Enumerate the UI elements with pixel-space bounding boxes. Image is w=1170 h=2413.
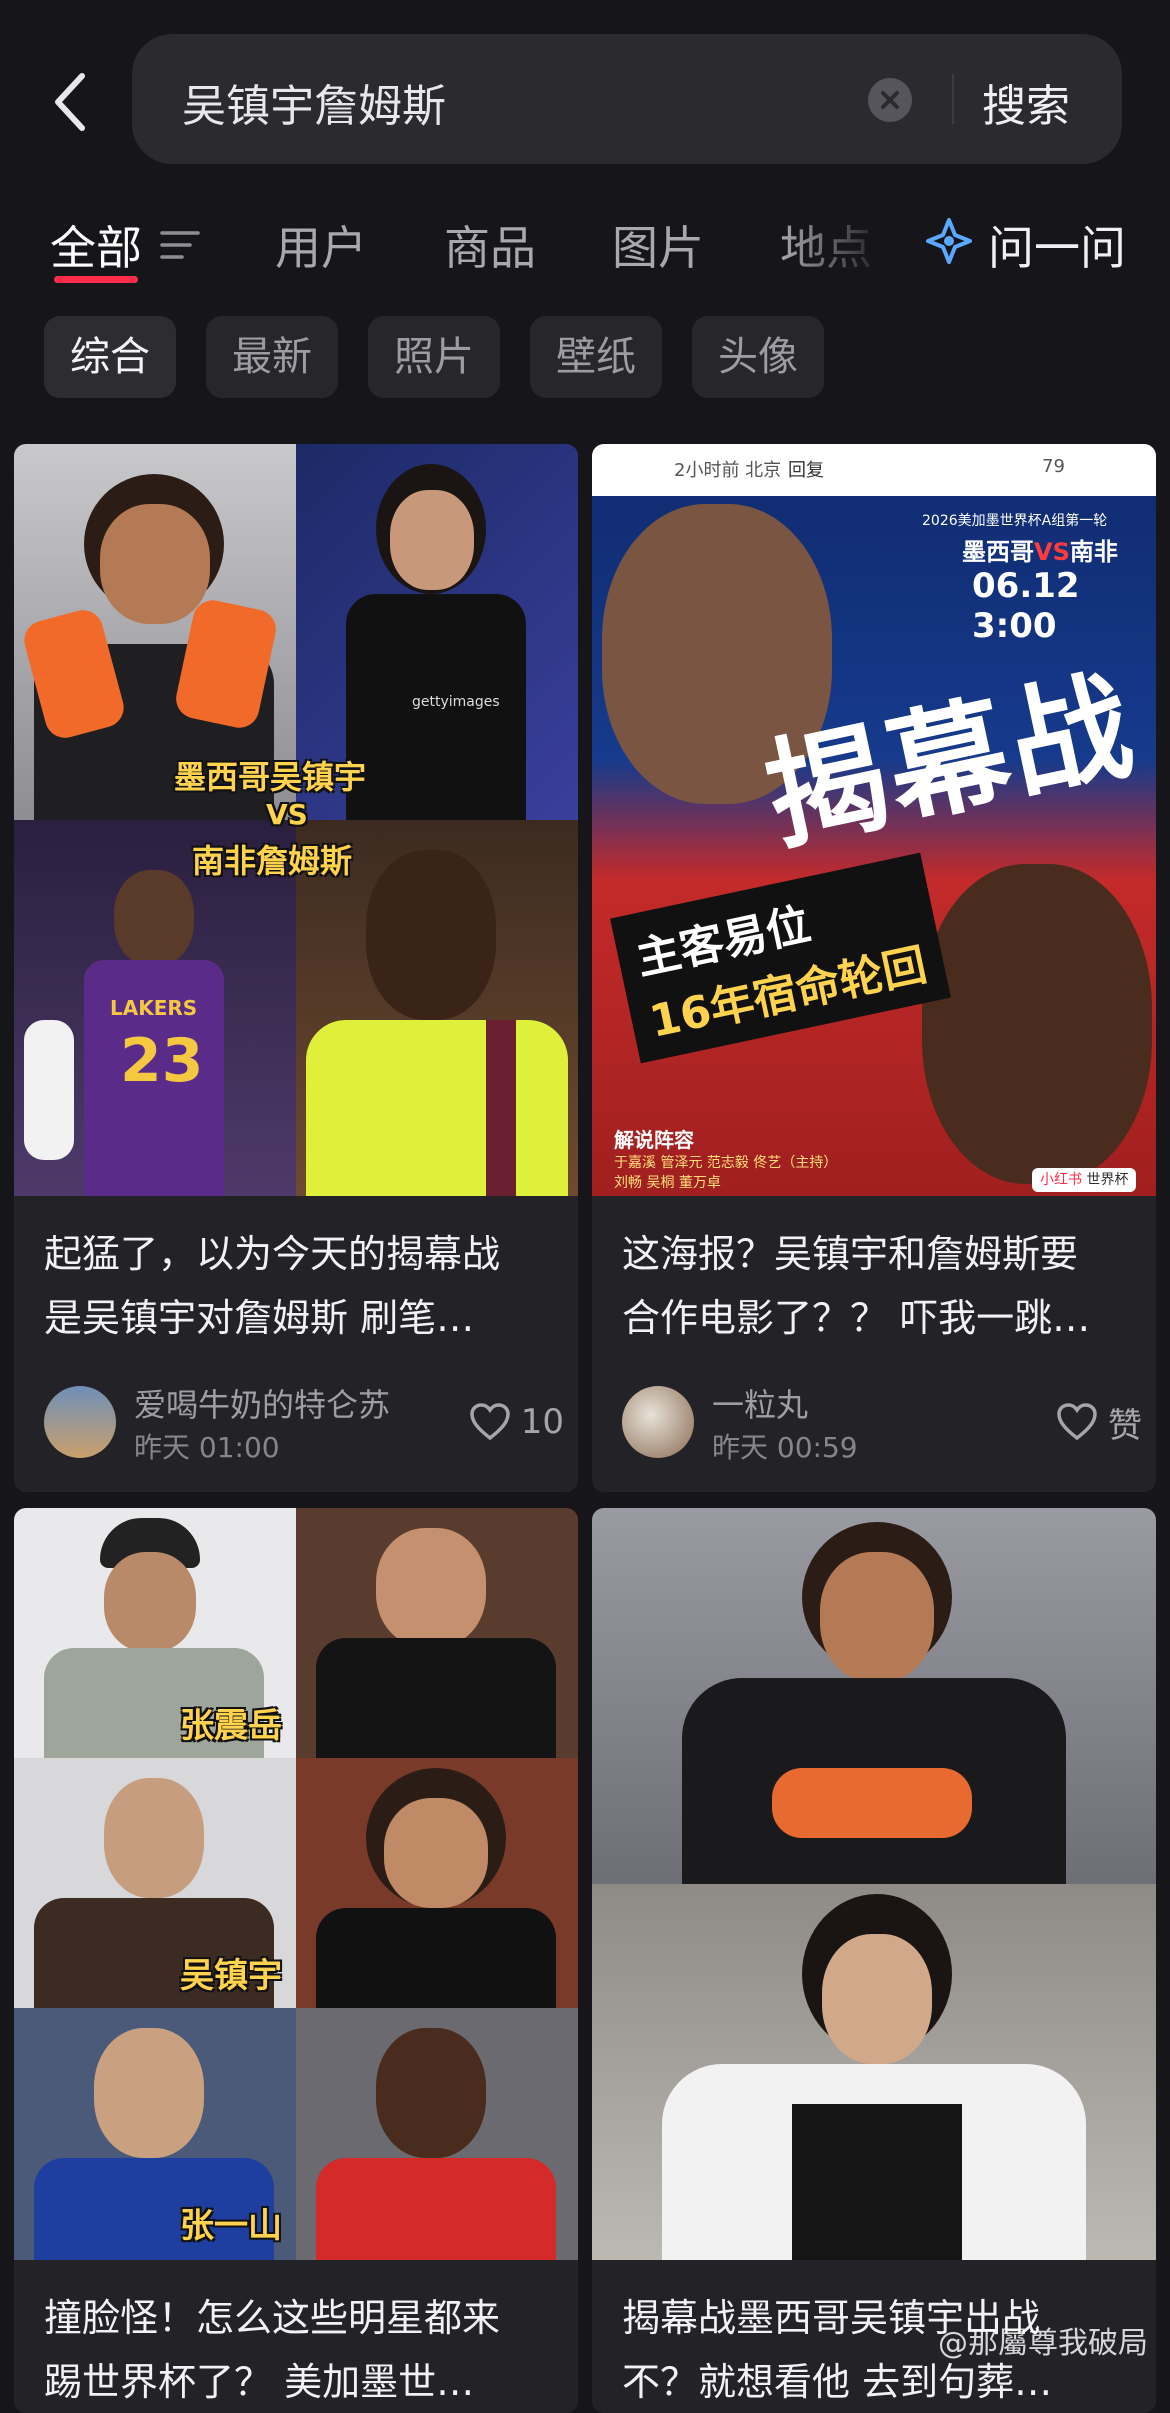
image-caption: 南非詹姆斯 <box>192 842 353 880</box>
poster-tag: 小红书 世界杯 <box>1032 1168 1137 1192</box>
tab-products[interactable]: 商品 <box>444 212 536 278</box>
avatar <box>44 1386 116 1458</box>
chip-wallpaper[interactable]: 壁纸 <box>530 316 662 398</box>
note-card[interactable]: 揭幕战墨西哥吴镇宇出战 不？就想看他 去到句葬… <box>592 1508 1156 2413</box>
ask-button[interactable]: 问一问 <box>988 212 1126 278</box>
ai-star-icon[interactable] <box>922 214 976 268</box>
search-button[interactable]: 搜索 <box>982 70 1070 134</box>
clear-search-button[interactable] <box>868 78 912 122</box>
image-caption: 张震岳 <box>180 1706 282 1746</box>
note-title: 撞脸怪！怎么这些明星都来 踢世界杯了？ 美加墨世… <box>44 2296 501 2404</box>
tab-fade-overlay <box>780 200 900 290</box>
jersey-number-text: 23 <box>120 1026 204 1096</box>
note-title: 起猛了，以为今天的揭幕战 是吴镇宇对詹姆斯 刷笔… <box>44 1232 501 1340</box>
poster-meta: 2小时前 北京 <box>674 460 782 481</box>
image-caption: 墨西哥吴镇宇 <box>174 758 367 796</box>
photo-goalkeeper <box>592 1508 1156 1884</box>
chip-avatar[interactable]: 头像 <box>692 316 824 398</box>
post-time: 昨天 00:59 <box>712 1431 858 1464</box>
search-divider <box>952 74 954 124</box>
note-card[interactable]: 张震岳 吴镇宇 张一山 撞脸怪！怎么这些明星都来 踢世界杯了？ 美加墨世… <box>14 1508 578 2413</box>
chevron-left-icon <box>55 73 85 131</box>
poster-reply: 回复 <box>788 460 824 481</box>
category-tabs: 全部 用户 商品 图片 地点 问一问 <box>0 200 1170 300</box>
like-count: 10 <box>520 1402 564 1442</box>
poster-heart-count: 79 <box>1042 456 1065 477</box>
poster-match-title: 2026美加墨世界杯A组第一轮 <box>922 513 1108 529</box>
note-image: gettyimages LAKERS 23 墨西哥吴镇宇 VS 南非詹姆斯 <box>14 444 578 1196</box>
active-tab-indicator <box>54 276 138 283</box>
photo-footballer <box>296 1758 578 2008</box>
filter-icon[interactable] <box>160 228 200 262</box>
image-caption: 张一山 <box>180 2206 282 2246</box>
poster-face-right <box>922 864 1152 1184</box>
poster-commentators: 刘畅 吴桐 董万卓 <box>614 1175 721 1191</box>
note-title: 这海报？吴镇宇和詹姆斯要 合作电影了？？ 吓我一跳… <box>622 1232 1091 1340</box>
watermark: @那屬尊我破局 <box>938 2326 1148 2361</box>
note-card[interactable]: gettyimages LAKERS 23 墨西哥吴镇宇 VS 南非詹姆斯 起猛… <box>14 444 578 1492</box>
note-image <box>592 1508 1156 2260</box>
tab-users[interactable]: 用户 <box>275 212 367 278</box>
image-caption-vs: VS <box>266 798 308 831</box>
heart-icon <box>1057 1403 1097 1441</box>
poster-teams: 墨西哥VS南非 <box>962 538 1118 566</box>
chip-overall[interactable]: 综合 <box>44 316 176 398</box>
photo-celebrity: 张震岳 <box>14 1508 296 1758</box>
poster-slogan: 主客易位 16年宿命轮回 <box>610 852 952 1064</box>
avatar <box>622 1386 694 1458</box>
poster-match-time: 06.12 3:00 <box>972 566 1080 646</box>
post-time: 昨天 01:00 <box>134 1431 280 1464</box>
search-input[interactable]: 吴镇宇詹姆斯 搜索 <box>132 34 1122 164</box>
note-card[interactable]: 2小时前 北京 回复 79 2026美加墨世界杯A组第一轮 墨西哥VS南非 06… <box>592 444 1156 1492</box>
search-query: 吴镇宇詹姆斯 <box>182 81 446 132</box>
getty-watermark: gettyimages <box>412 694 500 710</box>
author-name: 一粒丸 <box>712 1386 809 1424</box>
jersey-team-text: LAKERS <box>110 996 198 1020</box>
close-icon <box>881 91 899 109</box>
like-count: 赞 <box>1108 1405 1142 1446</box>
tab-images[interactable]: 图片 <box>612 212 704 278</box>
photo-footballer <box>296 2008 578 2260</box>
note-image: 2小时前 北京 回复 79 2026美加墨世界杯A组第一轮 墨西哥VS南非 06… <box>592 444 1156 1196</box>
poster-top-bar: 2小时前 北京 回复 79 <box>592 444 1156 496</box>
image-caption: 吴镇宇 <box>180 1956 282 1996</box>
photo-celebrity: 吴镇宇 <box>14 1758 296 2008</box>
sort-chips: 综合 最新 照片 壁纸 头像 <box>0 316 1170 400</box>
author-name: 爱喝牛奶的特仑苏 <box>134 1386 391 1424</box>
note-author[interactable]: 爱喝牛奶的特仑苏 昨天 01:00 10 <box>44 1380 564 1464</box>
photo-footballer <box>296 1508 578 1758</box>
poster-commentators: 于嘉溪 管泽元 范志毅 佟艺（主持） <box>614 1155 838 1171</box>
like-button[interactable]: 赞 <box>1056 1400 1142 1446</box>
tab-all[interactable]: 全部 <box>50 212 142 278</box>
search-header: 吴镇宇詹姆斯 搜索 <box>0 0 1170 200</box>
chip-photos[interactable]: 照片 <box>368 316 500 398</box>
note-author[interactable]: 一粒丸 昨天 00:59 赞 <box>622 1380 1142 1464</box>
chip-latest[interactable]: 最新 <box>206 316 338 398</box>
note-image: 张震岳 吴镇宇 张一山 <box>14 1508 578 2260</box>
back-button[interactable] <box>40 62 100 142</box>
like-button[interactable]: 10 <box>469 1400 564 1444</box>
photo-celebrity: 张一山 <box>14 2008 296 2260</box>
poster-commentary-label: 解说阵容 <box>614 1128 694 1152</box>
photo-man-striped-sweater <box>592 1884 1156 2260</box>
heart-icon <box>469 1403 510 1441</box>
